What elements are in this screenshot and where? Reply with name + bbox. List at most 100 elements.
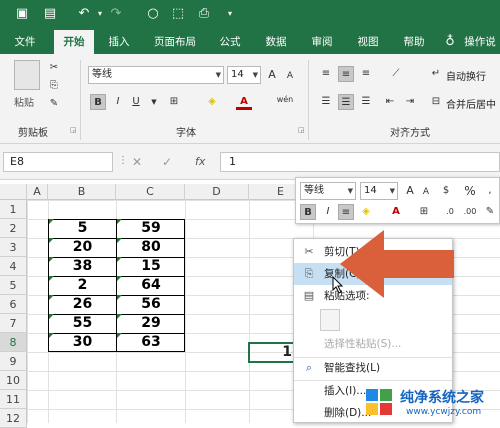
table-cell[interactable]: 20 (49, 238, 116, 257)
row-header[interactable]: 3 (0, 238, 27, 257)
table-cell[interactable]: 80 (117, 238, 185, 257)
table-cell[interactable]: 64 (117, 276, 185, 295)
table-cell[interactable]: 2 (49, 276, 116, 295)
row-header[interactable]: 10 (0, 371, 27, 390)
dialog-launcher-icon[interactable]: ◲ (70, 126, 77, 134)
new-file-icon[interactable]: ▤ (42, 6, 58, 22)
phonetic-button[interactable]: wén (272, 92, 298, 108)
table-cell[interactable]: 15 (117, 257, 185, 276)
merge-center-icon[interactable]: ⊟ (428, 94, 444, 110)
row-header[interactable]: 12 (0, 409, 27, 428)
tab-tell-me[interactable]: 操作说 (460, 30, 500, 54)
increase-font-icon[interactable]: A (264, 67, 280, 83)
comma-style-icon[interactable]: , (482, 183, 498, 199)
font-color-button[interactable]: A (236, 94, 252, 110)
wrap-text-button[interactable]: 自动换行 (446, 68, 486, 83)
accounting-format-icon[interactable]: $ (438, 183, 454, 199)
bold-button[interactable]: B (90, 94, 106, 110)
table-cell[interactable]: 59 (117, 219, 185, 238)
fill-color-icon[interactable]: ◈ (358, 204, 374, 220)
name-box[interactable]: E8 (3, 152, 113, 172)
align-left-icon[interactable]: ☰ (318, 94, 334, 110)
mini-bold-button[interactable]: B (300, 204, 316, 220)
insert-function-icon[interactable]: fx (195, 155, 205, 168)
fill-color-icon[interactable]: ◈ (204, 94, 220, 110)
decrease-font-icon[interactable]: A (418, 184, 434, 200)
tab-data[interactable]: 数据 (256, 30, 296, 54)
font-name-combo[interactable]: 等线 ▼ (88, 66, 224, 84)
cut-icon[interactable]: ✂ (46, 60, 62, 76)
align-bottom-icon[interactable]: ≡ (358, 66, 374, 82)
merge-center-button[interactable]: 合并后居中 (446, 96, 496, 111)
print-preview-icon[interactable]: ⎙ (196, 6, 212, 22)
table-cell[interactable]: 30 (49, 333, 116, 352)
tab-help[interactable]: 帮助 (394, 30, 434, 54)
formula-input[interactable]: 1 (220, 152, 500, 172)
mini-italic-button[interactable]: I (320, 204, 336, 220)
orientation-icon[interactable]: ⟋ (388, 66, 404, 82)
align-top-icon[interactable]: ≡ (318, 66, 334, 82)
row-header[interactable]: 11 (0, 390, 27, 409)
enter-icon[interactable]: ✓ (162, 155, 172, 169)
borders-icon[interactable]: ⊞ (416, 204, 432, 220)
align-right-icon[interactable]: ☰ (358, 94, 374, 110)
increase-indent-icon[interactable]: ⇥ (402, 94, 418, 110)
align-middle-icon[interactable]: ≡ (338, 66, 354, 82)
wrap-text-icon[interactable]: ↵ (428, 66, 444, 82)
column-header-c[interactable]: C (116, 184, 185, 200)
copy-icon[interactable]: ⎘ (46, 78, 62, 94)
dialog-launcher-icon[interactable]: ◲ (298, 126, 305, 134)
tab-home[interactable]: 开始 (54, 30, 94, 54)
row-header[interactable]: 9 (0, 352, 27, 371)
format-painter-icon[interactable]: ✎ (46, 96, 62, 112)
decrease-decimal-icon[interactable]: .00 (462, 204, 478, 220)
row-header[interactable]: 7 (0, 314, 27, 333)
circle-icon[interactable]: ○ (145, 6, 161, 22)
select-all-corner[interactable] (0, 184, 27, 200)
mini-center-icon[interactable]: ≡ (338, 204, 354, 220)
tab-page-layout[interactable]: 页面布局 (146, 30, 204, 54)
cancel-icon[interactable]: ✕ (132, 155, 142, 169)
table-cell[interactable]: 26 (49, 295, 116, 314)
table-cell[interactable]: 63 (117, 333, 185, 352)
table-cell[interactable]: 5 (49, 219, 116, 238)
mini-font-combo[interactable]: 等线 ▼ (300, 182, 356, 200)
paste-button[interactable]: 粘贴 (14, 94, 34, 109)
tab-insert[interactable]: 插入 (100, 30, 138, 54)
font-color-icon[interactable]: A (388, 204, 404, 220)
shape-icon[interactable]: ⬚ (170, 6, 186, 22)
lightbulb-icon[interactable]: ♁ (442, 34, 458, 50)
italic-button[interactable]: I (110, 94, 126, 110)
align-center-icon[interactable]: ☰ (338, 94, 354, 110)
column-header-b[interactable]: B (48, 184, 116, 200)
save-icon[interactable]: ▣ (14, 6, 30, 22)
clipboard-icon[interactable] (320, 309, 340, 331)
paste-icon[interactable] (14, 60, 40, 90)
tab-review[interactable]: 审阅 (302, 30, 342, 54)
increase-font-icon[interactable]: A (402, 183, 418, 199)
table-cell[interactable]: 55 (49, 314, 116, 333)
row-header[interactable]: 6 (0, 295, 27, 314)
row-header[interactable]: 1 (0, 200, 27, 219)
row-header[interactable]: 2 (0, 219, 27, 238)
table-cell[interactable]: 38 (49, 257, 116, 276)
row-header[interactable]: 5 (0, 276, 27, 295)
undo-dropdown-icon[interactable]: ▾ (92, 6, 108, 22)
decrease-indent-icon[interactable]: ⇤ (382, 94, 398, 110)
row-header[interactable]: 4 (0, 257, 27, 276)
table-cell[interactable]: 29 (117, 314, 185, 333)
format-painter-icon[interactable]: ✎ (482, 204, 498, 220)
column-header-a[interactable]: A (27, 184, 48, 200)
percent-button[interactable]: % (462, 183, 478, 199)
font-size-combo[interactable]: 14 ▼ (227, 66, 261, 84)
increase-decimal-icon[interactable]: .0 (442, 204, 458, 220)
chevron-down-icon[interactable]: ▼ (146, 94, 162, 110)
tab-formulas[interactable]: 公式 (210, 30, 250, 54)
decrease-font-icon[interactable]: A (282, 68, 298, 84)
undo-icon[interactable]: ↶ (76, 6, 92, 22)
column-header-d[interactable]: D (185, 184, 249, 200)
table-cell[interactable]: 56 (117, 295, 185, 314)
mini-size-combo[interactable]: 14 ▼ (360, 182, 398, 200)
tab-view[interactable]: 视图 (348, 30, 388, 54)
borders-icon[interactable]: ⊞ (166, 94, 182, 110)
